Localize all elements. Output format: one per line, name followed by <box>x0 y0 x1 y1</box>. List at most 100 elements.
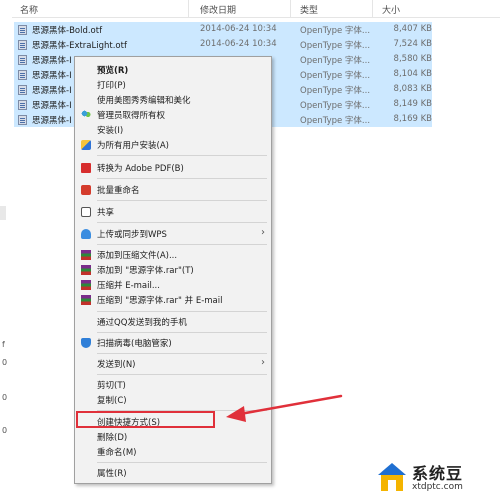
house-logo-icon <box>378 463 406 491</box>
menu-item-label: 复制(C) <box>97 396 127 406</box>
menu-item-compress-email[interactable]: 压缩并 E-mail... <box>75 277 271 292</box>
menu-item-preview[interactable]: 预览(R) <box>75 62 271 77</box>
menu-item-meitu-edit[interactable]: 使用美图秀秀编辑和美化 <box>75 92 271 107</box>
font-file-icon <box>18 25 27 35</box>
winrar-icon <box>81 250 91 260</box>
menu-item-label: 剪切(T) <box>97 381 126 391</box>
menu-divider <box>97 374 267 375</box>
navigation-pane-edge: f 0 0 0 <box>0 0 12 498</box>
menu-item-label: 使用美图秀秀编辑和美化 <box>97 96 191 106</box>
menu-item-delete[interactable]: 删除(D) <box>75 429 271 444</box>
wps-icon <box>81 185 91 195</box>
winrar-icon <box>81 265 91 275</box>
file-size: 8,104 KB <box>393 69 432 79</box>
menu-item-qq-send[interactable]: 通过QQ发送到我的手机 <box>75 314 271 329</box>
nav-pane-text-fragment: 0 <box>2 358 8 367</box>
pdf-icon <box>81 163 91 173</box>
menu-item-wps-sync[interactable]: 上传或同步到WPS › <box>75 226 271 241</box>
file-type: OpenType 字体... <box>300 26 371 36</box>
menu-item-send-to[interactable]: 发送到(N) › <box>75 356 271 371</box>
menu-item-label: 预览(R) <box>97 66 129 76</box>
menu-item-label: 为所有用户安装(A) <box>97 141 169 151</box>
menu-divider <box>97 222 267 223</box>
menu-divider <box>97 178 267 179</box>
font-file-icon <box>18 70 27 80</box>
nav-pane-text-fragment: f <box>2 340 5 349</box>
menu-item-label: 打印(P) <box>97 81 126 91</box>
column-header-name[interactable]: 名称 <box>20 3 38 16</box>
file-name: 思源黑体-I <box>32 116 72 126</box>
menu-item-label: 转换为 Adobe PDF(B) <box>97 164 184 174</box>
menu-item-share[interactable]: 共享 <box>75 204 271 219</box>
menu-divider <box>97 332 267 333</box>
file-size: 8,407 KB <box>393 24 432 34</box>
menu-item-label: 通过QQ发送到我的手机 <box>97 318 187 328</box>
column-separator[interactable] <box>290 0 291 18</box>
menu-divider <box>97 155 267 156</box>
file-name: 思源黑体-Bold.otf <box>32 26 103 36</box>
uac-shield-icon <box>81 140 91 150</box>
menu-item-copy[interactable]: 复制(C) <box>75 392 271 407</box>
people-icon <box>81 110 91 120</box>
file-type: OpenType 字体... <box>300 101 371 111</box>
share-icon <box>81 207 91 217</box>
menu-item-add-to-rar[interactable]: 添加到 "思源字体.rar"(T) <box>75 262 271 277</box>
file-size: 8,169 KB <box>393 114 432 124</box>
menu-item-label: 共享 <box>97 208 115 218</box>
cloud-icon <box>81 229 91 239</box>
menu-divider <box>97 353 267 354</box>
menu-item-rename[interactable]: 重命名(M) <box>75 444 271 459</box>
menu-item-compress-rar-email[interactable]: 压缩到 "思源字体.rar" 并 E-mail <box>75 292 271 307</box>
menu-item-label: 添加到压缩文件(A)... <box>97 251 178 261</box>
site-watermark: 系统豆 xtdptc.com <box>376 458 496 496</box>
file-date: 2014-06-24 10:34 <box>200 24 277 34</box>
file-name: 思源黑体-I <box>32 86 72 96</box>
column-header-date[interactable]: 修改日期 <box>200 3 236 16</box>
menu-item-virus-scan[interactable]: 扫描病毒(电脑管家) <box>75 335 271 350</box>
menu-divider <box>97 244 267 245</box>
menu-item-print[interactable]: 打印(P) <box>75 77 271 92</box>
menu-item-label: 管理员取得所有权 <box>97 111 166 121</box>
column-header-size[interactable]: 大小 <box>382 3 400 16</box>
file-size: 8,083 KB <box>393 84 432 94</box>
file-row[interactable]: 思源黑体-ExtraLight.otf 2014-06-24 10:34 Ope… <box>14 37 432 52</box>
shield-icon <box>81 338 91 348</box>
column-separator[interactable] <box>188 0 189 18</box>
menu-item-install[interactable]: 安装(I) <box>75 122 271 137</box>
column-separator[interactable] <box>372 0 373 18</box>
menu-item-label: 重命名(M) <box>97 448 137 458</box>
chevron-right-icon: › <box>261 357 265 368</box>
font-file-icon <box>18 55 27 65</box>
file-size: 8,580 KB <box>393 54 432 64</box>
menu-item-label: 删除(D) <box>97 433 128 443</box>
file-row[interactable]: 思源黑体-Bold.otf 2014-06-24 10:34 OpenType … <box>14 22 432 37</box>
menu-item-take-ownership[interactable]: 管理员取得所有权 <box>75 107 271 122</box>
menu-item-label: 安装(I) <box>97 126 124 136</box>
file-list-header: 名称 修改日期 类型 大小 <box>12 0 500 18</box>
menu-item-install-all-users[interactable]: 为所有用户安装(A) <box>75 137 271 152</box>
menu-item-properties[interactable]: 属性(R) <box>75 465 271 480</box>
menu-item-label: 压缩并 E-mail... <box>97 281 160 291</box>
file-type: OpenType 字体... <box>300 56 371 66</box>
annotation-highlight-box <box>76 411 215 428</box>
menu-divider <box>97 462 267 463</box>
file-name: 思源黑体-ExtraLight.otf <box>32 41 127 51</box>
menu-item-convert-pdf[interactable]: 转换为 Adobe PDF(B) <box>75 160 271 175</box>
menu-item-label: 批量重命名 <box>97 186 140 196</box>
menu-item-cut[interactable]: 剪切(T) <box>75 377 271 392</box>
menu-item-label: 压缩到 "思源字体.rar" 并 E-mail <box>97 296 223 306</box>
winrar-icon <box>81 280 91 290</box>
watermark-brand: 系统豆 <box>412 464 464 483</box>
menu-divider <box>97 200 267 201</box>
menu-item-add-to-archive[interactable]: 添加到压缩文件(A)... <box>75 247 271 262</box>
file-date: 2014-06-24 10:34 <box>200 39 277 49</box>
menu-item-batch-rename[interactable]: 批量重命名 <box>75 182 271 197</box>
chevron-right-icon: › <box>261 227 265 238</box>
file-size: 8,149 KB <box>393 99 432 109</box>
nav-pane-text-fragment: 0 <box>2 393 8 402</box>
nav-pane-text-fragment: 0 <box>2 426 8 435</box>
menu-item-label: 添加到 "思源字体.rar"(T) <box>97 266 194 276</box>
file-type: OpenType 字体... <box>300 41 371 51</box>
column-header-type[interactable]: 类型 <box>300 3 318 16</box>
file-type: OpenType 字体... <box>300 116 371 126</box>
